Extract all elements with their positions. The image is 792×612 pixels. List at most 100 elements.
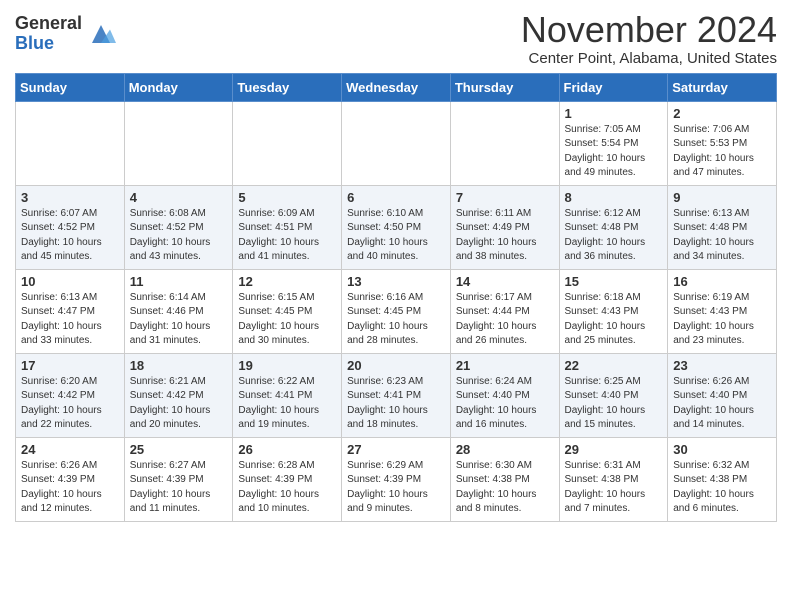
calendar-cell: 11 Sunrise: 6:14 AMSunset: 4:46 PMDayligh… [124, 269, 233, 353]
calendar-cell: 2Sunrise: 7:06 AMSunset: 5:53 PMDaylight… [668, 101, 777, 185]
calendar-cell: 23Sunrise: 6:26 AMSunset: 4:40 PMDayligh… [668, 353, 777, 437]
calendar-header-row: SundayMondayTuesdayWednesdayThursdayFrid… [16, 73, 777, 101]
day-info: Sunrise: 6:20 AMSunset: 4:42 PMDaylight:… [21, 375, 119, 433]
logo-general: General [15, 14, 82, 34]
day-info: Sunrise: 6:10 AMSunset: 4:50 PMDaylight:… [347, 207, 445, 265]
calendar-cell: 5 Sunrise: 6:09 AMSunset: 4:51 PMDaylight… [233, 185, 342, 269]
calendar-cell: 13 Sunrise: 6:16 AMSunset: 4:45 PMDayligh… [342, 269, 451, 353]
day-number: 28 [456, 442, 554, 457]
calendar-cell: 17 Sunrise: 6:20 AMSunset: 4:42 PMDayligh… [16, 353, 125, 437]
title-block: November 2024 Center Point, Alabama, Uni… [521, 10, 777, 67]
calendar-cell: 24 Sunrise: 6:26 AMSunset: 4:39 PMDayligh… [16, 437, 125, 521]
day-info: Sunrise: 6:30 AMSunset: 4:38 PMDaylight:… [456, 459, 554, 517]
day-info: Sunrise: 6:13 AMSunset: 4:48 PMDaylight:… [673, 207, 771, 265]
day-info: Sunrise: 6:14 AMSunset: 4:46 PMDaylight:… [130, 291, 228, 349]
day-number: 4 [130, 190, 228, 205]
calendar-cell [342, 101, 451, 185]
day-number: 14 [456, 274, 554, 289]
day-info: Sunrise: 6:08 AMSunset: 4:52 PMDaylight:… [130, 207, 228, 265]
day-info: Sunrise: 6:28 AMSunset: 4:39 PMDaylight:… [238, 459, 336, 517]
day-number: 7 [456, 190, 554, 205]
calendar-cell: 20 Sunrise: 6:23 AMSunset: 4:41 PMDayligh… [342, 353, 451, 437]
calendar-week-row: 10 Sunrise: 6:13 AMSunset: 4:47 PMDayligh… [16, 269, 777, 353]
day-info: Sunrise: 6:15 AMSunset: 4:45 PMDaylight:… [238, 291, 336, 349]
day-number: 26 [238, 442, 336, 457]
calendar-cell: 28 Sunrise: 6:30 AMSunset: 4:38 PMDayligh… [450, 437, 559, 521]
day-info: Sunrise: 6:31 AMSunset: 4:38 PMDaylight:… [565, 459, 663, 517]
calendar-header-sunday: Sunday [16, 73, 125, 101]
day-number: 1 [565, 106, 663, 121]
calendar-cell: 3 Sunrise: 6:07 AMSunset: 4:52 PMDaylight… [16, 185, 125, 269]
day-number: 24 [21, 442, 119, 457]
calendar-week-row: 1 Sunrise: 7:05 AMSunset: 5:54 PMDaylight… [16, 101, 777, 185]
day-number: 5 [238, 190, 336, 205]
calendar-cell: 8Sunrise: 6:12 AMSunset: 4:48 PMDaylight… [559, 185, 668, 269]
day-number: 19 [238, 358, 336, 373]
day-number: 10 [21, 274, 119, 289]
calendar-cell: 29 Sunrise: 6:31 AMSunset: 4:38 PMDayligh… [559, 437, 668, 521]
calendar-cell: 18 Sunrise: 6:21 AMSunset: 4:42 PMDayligh… [124, 353, 233, 437]
day-info: Sunrise: 6:19 AMSunset: 4:43 PMDaylight:… [673, 291, 771, 349]
calendar-cell: 9 Sunrise: 6:13 AMSunset: 4:48 PMDaylight… [668, 185, 777, 269]
day-number: 17 [21, 358, 119, 373]
location: Center Point, Alabama, United States [521, 50, 777, 67]
calendar-cell [450, 101, 559, 185]
day-number: 13 [347, 274, 445, 289]
calendar-header-tuesday: Tuesday [233, 73, 342, 101]
logo-text: General Blue [15, 14, 82, 54]
calendar-cell: 12 Sunrise: 6:15 AMSunset: 4:45 PMDayligh… [233, 269, 342, 353]
day-number: 3 [21, 190, 119, 205]
day-info: Sunrise: 6:16 AMSunset: 4:45 PMDaylight:… [347, 291, 445, 349]
day-info: Sunrise: 7:06 AMSunset: 5:53 PMDaylight:… [673, 123, 771, 181]
day-info: Sunrise: 6:23 AMSunset: 4:41 PMDaylight:… [347, 375, 445, 433]
day-info: Sunrise: 6:18 AMSunset: 4:43 PMDaylight:… [565, 291, 663, 349]
day-number: 20 [347, 358, 445, 373]
day-info: Sunrise: 6:22 AMSunset: 4:41 PMDaylight:… [238, 375, 336, 433]
calendar-cell: 22 Sunrise: 6:25 AMSunset: 4:40 PMDayligh… [559, 353, 668, 437]
day-info: Sunrise: 6:26 AMSunset: 4:39 PMDaylight:… [21, 459, 119, 517]
day-info: Sunrise: 6:32 AMSunset: 4:38 PMDaylight:… [673, 459, 771, 517]
day-info: Sunrise: 7:05 AMSunset: 5:54 PMDaylight:… [565, 123, 663, 181]
logo: General Blue [15, 14, 116, 54]
day-info: Sunrise: 6:24 AMSunset: 4:40 PMDaylight:… [456, 375, 554, 433]
day-number: 18 [130, 358, 228, 373]
calendar-cell: 10 Sunrise: 6:13 AMSunset: 4:47 PMDayligh… [16, 269, 125, 353]
calendar-cell: 16Sunrise: 6:19 AMSunset: 4:43 PMDayligh… [668, 269, 777, 353]
calendar-cell: 21Sunrise: 6:24 AMSunset: 4:40 PMDayligh… [450, 353, 559, 437]
day-info: Sunrise: 6:07 AMSunset: 4:52 PMDaylight:… [21, 207, 119, 265]
day-info: Sunrise: 6:13 AMSunset: 4:47 PMDaylight:… [21, 291, 119, 349]
day-number: 9 [673, 190, 771, 205]
day-info: Sunrise: 6:25 AMSunset: 4:40 PMDaylight:… [565, 375, 663, 433]
day-info: Sunrise: 6:29 AMSunset: 4:39 PMDaylight:… [347, 459, 445, 517]
calendar-table: SundayMondayTuesdayWednesdayThursdayFrid… [15, 73, 777, 522]
logo-icon [86, 19, 116, 49]
calendar-cell: 26 Sunrise: 6:28 AMSunset: 4:39 PMDayligh… [233, 437, 342, 521]
day-number: 25 [130, 442, 228, 457]
day-number: 11 [130, 274, 228, 289]
day-number: 22 [565, 358, 663, 373]
day-number: 15 [565, 274, 663, 289]
day-info: Sunrise: 6:26 AMSunset: 4:40 PMDaylight:… [673, 375, 771, 433]
day-info: Sunrise: 6:09 AMSunset: 4:51 PMDaylight:… [238, 207, 336, 265]
calendar-cell: 1 Sunrise: 7:05 AMSunset: 5:54 PMDaylight… [559, 101, 668, 185]
day-info: Sunrise: 6:21 AMSunset: 4:42 PMDaylight:… [130, 375, 228, 433]
day-number: 12 [238, 274, 336, 289]
day-info: Sunrise: 6:12 AMSunset: 4:48 PMDaylight:… [565, 207, 663, 265]
day-number: 6 [347, 190, 445, 205]
day-number: 29 [565, 442, 663, 457]
calendar-cell: 4 Sunrise: 6:08 AMSunset: 4:52 PMDaylight… [124, 185, 233, 269]
day-info: Sunrise: 6:11 AMSunset: 4:49 PMDaylight:… [456, 207, 554, 265]
calendar-header-saturday: Saturday [668, 73, 777, 101]
calendar-cell [124, 101, 233, 185]
calendar-header-monday: Monday [124, 73, 233, 101]
calendar-cell: 15 Sunrise: 6:18 AMSunset: 4:43 PMDayligh… [559, 269, 668, 353]
calendar-cell [16, 101, 125, 185]
page-header: General Blue November 2024 Center Point,… [15, 10, 777, 67]
day-number: 30 [673, 442, 771, 457]
day-info: Sunrise: 6:27 AMSunset: 4:39 PMDaylight:… [130, 459, 228, 517]
calendar-cell: 25 Sunrise: 6:27 AMSunset: 4:39 PMDayligh… [124, 437, 233, 521]
calendar-cell: 7 Sunrise: 6:11 AMSunset: 4:49 PMDaylight… [450, 185, 559, 269]
calendar-cell: 19 Sunrise: 6:22 AMSunset: 4:41 PMDayligh… [233, 353, 342, 437]
calendar-cell: 27Sunrise: 6:29 AMSunset: 4:39 PMDayligh… [342, 437, 451, 521]
calendar-header-thursday: Thursday [450, 73, 559, 101]
